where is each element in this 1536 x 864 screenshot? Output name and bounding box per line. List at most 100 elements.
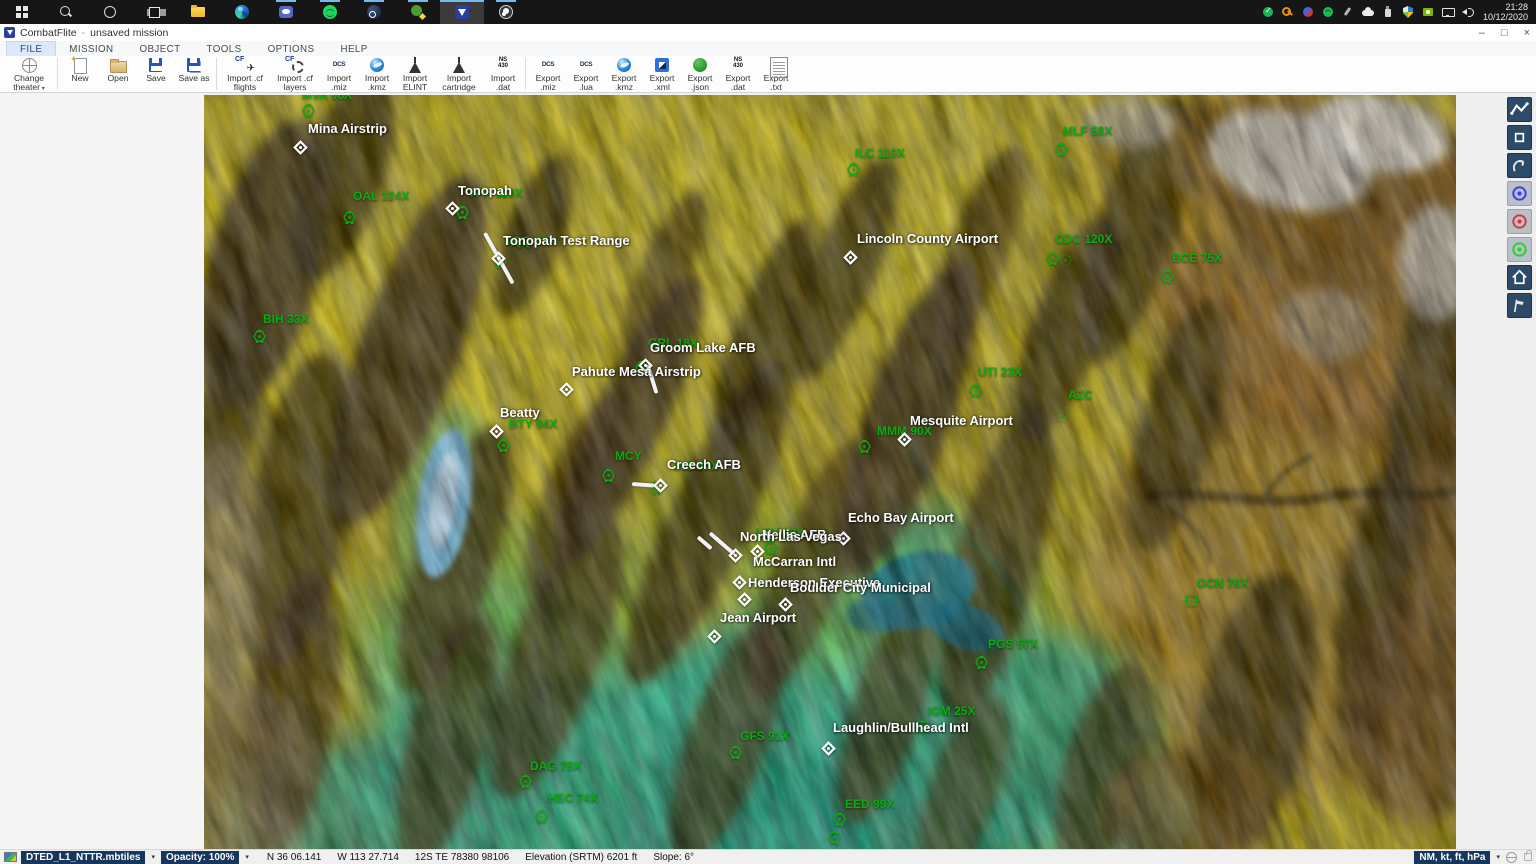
tray-spotify-tray-icon[interactable]: [1322, 6, 1334, 18]
minimize-button[interactable]: –: [1479, 28, 1485, 38]
navaid-icon[interactable]: [968, 383, 983, 398]
opacity-selector[interactable]: Opacity: 100%: [161, 851, 239, 864]
menu-options[interactable]: OPTIONS: [255, 41, 328, 56]
navaid-icon[interactable]: [518, 774, 533, 789]
taskbar-app-obs[interactable]: [484, 0, 528, 24]
airport-icon[interactable]: [820, 740, 837, 757]
toolbar-import-dat[interactable]: Import .dat: [484, 56, 522, 92]
draw-route-button[interactable]: [1507, 97, 1532, 122]
briefing-flag-button[interactable]: [1507, 293, 1532, 318]
menu-file[interactable]: FILE: [6, 41, 56, 56]
taskbar-app-combatflite[interactable]: [440, 0, 484, 24]
taskbar-app-cortana[interactable]: [88, 0, 132, 24]
taskbar-app-steam[interactable]: [352, 0, 396, 24]
navaid-icon[interactable]: [1160, 269, 1175, 284]
tray-security-check-icon[interactable]: [1262, 6, 1274, 18]
airport-icon[interactable]: [727, 547, 744, 564]
toolbar-import-cf-flights[interactable]: Import .cf flights: [220, 56, 270, 92]
taskbar-app-edge[interactable]: [220, 0, 264, 24]
taskbar-app-spotify[interactable]: [308, 0, 352, 24]
navaid-icon[interactable]: [342, 210, 357, 225]
maximize-button[interactable]: □: [1501, 28, 1508, 38]
navaid-icon[interactable]: [1184, 593, 1199, 608]
opacity-dropdown-caret-icon[interactable]: ▾: [245, 853, 249, 861]
toolbar-export-dat[interactable]: Export .dat: [719, 56, 757, 92]
tray-volume-icon[interactable]: [1462, 6, 1474, 18]
airport-icon[interactable]: [444, 200, 461, 217]
toolbar-export-lua[interactable]: Export .lua: [567, 56, 605, 92]
tray-onedrive-icon[interactable]: [1362, 6, 1374, 18]
threat-ring-red-button[interactable]: [1507, 209, 1532, 234]
home-view-button[interactable]: [1507, 265, 1532, 290]
toolbar-export-kmz[interactable]: Export .kmz: [605, 56, 643, 92]
airport-icon[interactable]: [896, 431, 913, 448]
tray-display-icon[interactable]: [1442, 6, 1454, 18]
close-button[interactable]: ×: [1524, 28, 1530, 38]
toolbar-change-theater[interactable]: Change theater ▾: [4, 56, 54, 92]
menu-mission[interactable]: MISSION: [56, 41, 126, 56]
navaid-icon[interactable]: [252, 329, 267, 344]
toolbar-import-miz[interactable]: Import .miz: [320, 56, 358, 92]
navaid-icon[interactable]: [534, 809, 549, 824]
taskbar-app-start[interactable]: [0, 0, 44, 24]
toolbar-new[interactable]: New: [61, 56, 99, 92]
taskbar-app-file-explorer[interactable]: [176, 0, 220, 24]
taskbar-app-discord[interactable]: [264, 0, 308, 24]
tray-usb-icon[interactable]: [1382, 6, 1394, 18]
navaid-icon[interactable]: [301, 103, 316, 118]
taskbar-app-search[interactable]: [44, 0, 88, 24]
airport-icon[interactable]: [558, 381, 575, 398]
airport-icon[interactable]: [652, 477, 669, 494]
navaid-icon[interactable]: [601, 468, 616, 483]
tray-defender-icon[interactable]: [1402, 6, 1414, 18]
taskbar-clock[interactable]: 21:28 10/12/2020: [1483, 2, 1528, 22]
airport-icon[interactable]: [736, 591, 753, 608]
draw-orbit-button[interactable]: [1507, 153, 1532, 178]
menu-help[interactable]: HELP: [327, 41, 380, 56]
toolbar-open[interactable]: Open: [99, 56, 137, 92]
map-canvas[interactable]: MVA 98XOAL 124XTPH 119XTQQ 77XILC 110XML…: [204, 95, 1456, 849]
toolbar-export-miz[interactable]: Export .miz: [529, 56, 567, 92]
navaid-icon[interactable]: [846, 162, 861, 177]
threat-ring-green-button[interactable]: [1507, 237, 1532, 262]
navaid-icon[interactable]: [1054, 142, 1069, 157]
taskbar-app-qgis[interactable]: [396, 0, 440, 24]
taskbar-app-task-view[interactable]: [132, 0, 176, 24]
tray-discord-tray-icon[interactable]: [1302, 6, 1314, 18]
airport-icon[interactable]: [731, 574, 748, 591]
globe-icon[interactable]: [1506, 852, 1517, 863]
toolbar-export-json[interactable]: Export .json: [681, 56, 719, 92]
navaid-icon[interactable]: [827, 830, 842, 845]
toolbar-import-cf-layers[interactable]: Import .cf layers: [270, 56, 320, 92]
tray-nvidia-icon[interactable]: [1422, 6, 1434, 18]
toolbar-import-kmz[interactable]: Import .kmz: [358, 56, 396, 92]
toolbar-export-xml[interactable]: Export .xml: [643, 56, 681, 92]
lock-icon[interactable]: [1524, 853, 1532, 861]
tray-key-icon[interactable]: [1282, 6, 1294, 18]
airport-icon[interactable]: [842, 249, 859, 266]
navaid-icon[interactable]: [974, 655, 989, 670]
layer-dropdown-caret-icon[interactable]: ▾: [151, 853, 155, 861]
airport-icon[interactable]: [292, 139, 309, 156]
toolbar-export-txt[interactable]: Export .txt: [757, 56, 795, 92]
units-dropdown-caret-icon[interactable]: ▾: [1496, 853, 1500, 861]
tray-pin-icon[interactable]: [1342, 6, 1354, 18]
airport-icon[interactable]: [706, 628, 723, 645]
draw-shape-button[interactable]: [1507, 125, 1532, 150]
navaid-icon[interactable]: [857, 439, 872, 454]
navaid-icon[interactable]: [1055, 409, 1070, 424]
layer-selector[interactable]: DTED_L1_NTTR.mbtiles: [21, 851, 145, 864]
threat-ring-blue-button[interactable]: [1507, 181, 1532, 206]
toolbar-save[interactable]: Save: [137, 56, 175, 92]
menu-tools[interactable]: TOOLS: [194, 41, 255, 56]
navaid-icon[interactable]: [496, 438, 511, 453]
navaid-icon[interactable]: [728, 745, 743, 760]
toolbar-import-cartridge[interactable]: Import cartridge: [434, 56, 484, 92]
airport-icon[interactable]: [490, 250, 507, 267]
navaid-icon[interactable]: [832, 812, 847, 827]
toolbar-save-as[interactable]: Save as: [175, 56, 213, 92]
units-selector[interactable]: NM, kt, ft, hPa: [1414, 851, 1490, 864]
airport-icon[interactable]: [488, 423, 505, 440]
toolbar-import-elint[interactable]: Import ELINT: [396, 56, 434, 92]
menu-object[interactable]: OBJECT: [126, 41, 193, 56]
